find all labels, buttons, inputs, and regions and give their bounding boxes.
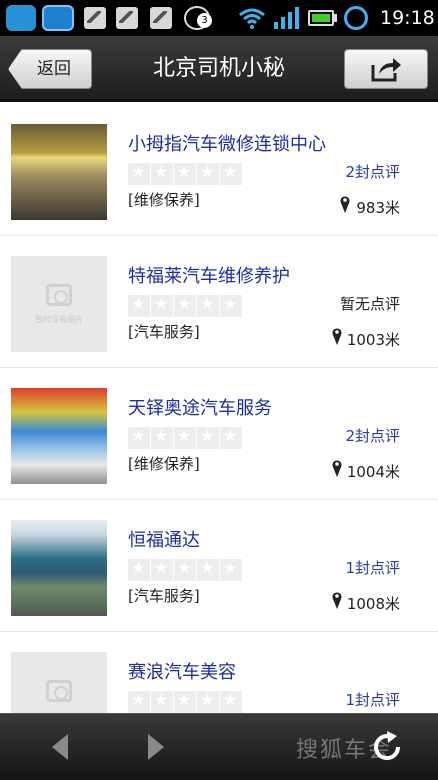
star-icon <box>197 162 219 185</box>
star-icon <box>174 426 196 449</box>
image-icon <box>116 7 138 29</box>
shop-photo <box>11 388 107 484</box>
shop-name[interactable]: 天铎奥途汽车服务 <box>128 397 272 421</box>
next-arrow-icon[interactable] <box>148 734 164 760</box>
rating-stars <box>128 294 243 317</box>
star-icon <box>220 690 242 713</box>
star-icon <box>174 690 196 713</box>
star-icon <box>151 162 173 185</box>
list-item[interactable]: 小拇指汽车微修连锁中心 [维修保养] 2封点评 983米 <box>0 105 438 236</box>
review-count[interactable]: 2封点评 <box>345 161 400 183</box>
app-icon <box>42 5 74 31</box>
image-icon <box>150 7 172 29</box>
placeholder-text: 暂时没有图片 <box>35 315 83 324</box>
list-item[interactable]: 暂时没有图片 特福莱汽车维修养护 [汽车服务] 暂无点评 1003米 <box>0 237 438 368</box>
shop-distance: 983米 <box>356 199 400 217</box>
star-icon <box>128 426 150 449</box>
refresh-icon[interactable] <box>370 730 404 764</box>
list-item[interactable]: 恒福通达 [汽车服务] 1封点评 1008米 <box>0 501 438 632</box>
back-button[interactable]: 返回 <box>8 49 92 89</box>
list-item[interactable]: 赛浪汽车美容 1封点评 <box>0 633 438 713</box>
location-pin-icon <box>332 592 342 609</box>
star-icon <box>197 426 219 449</box>
shop-distance: 1003米 <box>346 331 400 349</box>
star-icon <box>220 294 242 317</box>
location-pin-icon <box>332 460 342 477</box>
shop-name[interactable]: 特福莱汽车维修养护 <box>128 265 290 289</box>
signal-icon <box>274 7 299 29</box>
star-icon <box>174 294 196 317</box>
star-icon <box>151 426 173 449</box>
star-icon <box>197 690 219 713</box>
location-pin-icon <box>340 196 350 213</box>
bottom-bar: 搜狐车会 <box>0 713 438 780</box>
review-count[interactable]: 1封点评 <box>345 557 400 579</box>
list-item[interactable]: 天铎奥途汽车服务 [维修保养] 2封点评 1004米 <box>0 369 438 500</box>
star-icon <box>128 558 150 581</box>
star-icon <box>151 690 173 713</box>
shop-photo-placeholder <box>11 652 107 713</box>
star-icon <box>174 558 196 581</box>
image-icon <box>84 7 106 29</box>
notification-badge: 3 <box>197 13 212 28</box>
share-icon <box>371 58 401 82</box>
star-icon <box>151 294 173 317</box>
camera-icon <box>46 680 72 702</box>
star-icon <box>151 558 173 581</box>
star-icon <box>220 426 242 449</box>
shop-list[interactable]: 小拇指汽车微修连锁中心 [维修保养] 2封点评 983米 暂时没有图片 特福莱汽… <box>0 105 438 713</box>
app-icon <box>6 5 36 31</box>
wifi-icon <box>239 8 265 29</box>
share-button[interactable] <box>344 49 428 89</box>
page-title: 北京司机小秘 <box>152 56 285 81</box>
alarm-icon <box>344 6 368 30</box>
rating-stars <box>128 426 243 449</box>
star-icon <box>128 294 150 317</box>
shop-photo-placeholder: 暂时没有图片 <box>11 256 107 352</box>
star-icon <box>128 690 150 713</box>
status-bar: 3 19:18 <box>0 0 438 36</box>
shop-distance: 1008米 <box>346 595 400 613</box>
location-pin-icon <box>332 328 342 345</box>
rating-stars <box>128 558 243 581</box>
star-icon <box>220 162 242 185</box>
star-icon <box>197 294 219 317</box>
shop-photo <box>11 124 107 220</box>
star-icon <box>128 162 150 185</box>
shop-category: [维修保养] <box>128 455 200 473</box>
review-count[interactable]: 1封点评 <box>345 689 400 711</box>
camera-icon <box>46 284 72 306</box>
battery-icon <box>308 10 334 26</box>
rating-stars <box>128 690 243 713</box>
shop-distance: 1004米 <box>346 463 400 481</box>
title-bar: 返回 北京司机小秘 <box>0 36 438 102</box>
shop-category: [维修保养] <box>128 191 200 209</box>
shop-photo <box>11 520 107 616</box>
rating-stars <box>128 162 243 185</box>
review-count: 暂无点评 <box>339 295 400 313</box>
star-icon <box>174 162 196 185</box>
shop-category: [汽车服务] <box>128 587 200 605</box>
status-time: 19:18 <box>380 7 435 29</box>
review-count[interactable]: 2封点评 <box>345 425 400 447</box>
shop-name[interactable]: 恒福通达 <box>128 529 200 553</box>
shop-name[interactable]: 小拇指汽车微修连锁中心 <box>128 133 326 157</box>
star-icon <box>197 558 219 581</box>
shop-category: [汽车服务] <box>128 323 200 341</box>
shop-name[interactable]: 赛浪汽车美容 <box>128 661 236 685</box>
star-icon <box>220 558 242 581</box>
prev-arrow-icon[interactable] <box>52 734 68 760</box>
